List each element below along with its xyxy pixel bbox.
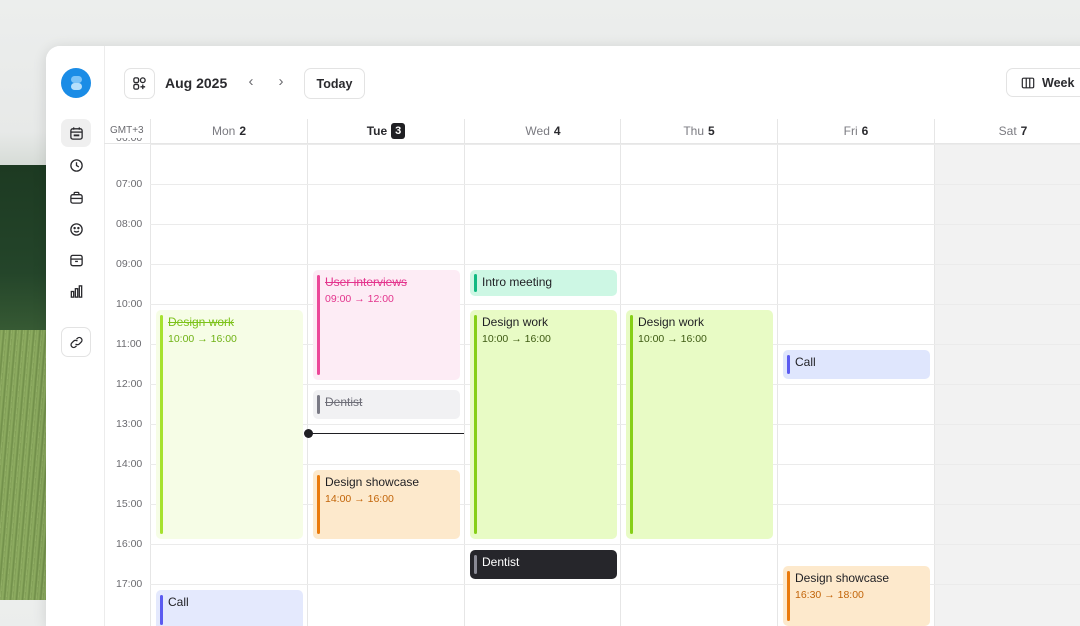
apps-icon	[133, 77, 146, 90]
chevron-right-icon[interactable]: ›	[274, 73, 288, 90]
day-header-wed[interactable]: Wed 4	[464, 119, 621, 143]
event-title: Intro meeting	[482, 275, 553, 289]
hour-line	[150, 544, 1080, 545]
bar-chart-icon[interactable]	[61, 277, 91, 305]
week-view-label: Week	[1042, 75, 1075, 90]
event-dentist[interactable]: Dentist	[470, 550, 617, 579]
event-design-work[interactable]: Design work 10:00 → 16:00	[626, 310, 773, 539]
current-time-line	[308, 433, 464, 434]
event-title: Call	[168, 595, 189, 609]
time-label: 12:00	[116, 378, 143, 390]
briefcase-icon[interactable]	[61, 183, 91, 211]
event-title: Dentist	[482, 555, 520, 569]
event-time: 14:00 → 16:00	[325, 493, 394, 505]
time-label: 08:00	[116, 218, 143, 230]
day-header-thu[interactable]: Thu 5	[620, 119, 777, 143]
event-title: User interviews	[325, 275, 408, 289]
event-title: Design work	[482, 315, 549, 329]
event-user-interviews[interactable]: User interviews 09:00 → 12:00	[313, 270, 460, 380]
hour-line	[150, 144, 1080, 145]
day-column-fri[interactable]	[777, 144, 934, 626]
calendar-window: Aug 2025 ‹ › Today Week GMT+3 Mon 2 Tue 3 …	[46, 46, 1080, 626]
event-intro-meeting[interactable]: Intro meeting	[470, 270, 617, 296]
link-icon[interactable]	[61, 327, 91, 357]
time-label: 09:00	[116, 258, 143, 270]
event-color-bar	[474, 555, 477, 574]
today-badge: 3	[391, 123, 406, 139]
time-label: 14:00	[116, 458, 143, 470]
event-color-bar	[160, 315, 163, 534]
chevron-left-icon[interactable]: ‹	[244, 73, 258, 90]
hour-line	[150, 304, 1080, 305]
day-header-sat[interactable]: Sat 7	[934, 119, 1080, 143]
timezone-label: GMT+3	[110, 125, 144, 136]
archive-icon[interactable]	[61, 246, 91, 274]
time-label: 10:00	[116, 298, 143, 310]
event-time: 10:00 → 16:00	[638, 333, 707, 345]
event-color-bar	[317, 395, 320, 414]
time-label: 13:00	[116, 418, 143, 430]
apps-button[interactable]	[124, 68, 155, 99]
sidebar	[46, 46, 105, 626]
hour-line	[150, 264, 1080, 265]
hour-line	[150, 184, 1080, 185]
event-title: Call	[795, 355, 816, 369]
day-header-mon[interactable]: Mon 2	[150, 119, 307, 143]
event-title: Design showcase	[325, 475, 420, 489]
event-design-work[interactable]: Design work 10:00 → 16:00	[470, 310, 617, 539]
time-label: 16:00	[116, 538, 143, 550]
day-column-sat[interactable]	[934, 144, 1080, 626]
time-label: 07:00	[116, 178, 143, 190]
calendar-icon[interactable]	[61, 119, 91, 147]
event-color-bar	[787, 571, 790, 621]
current-time-dot	[304, 429, 313, 438]
week-view-button[interactable]: Week	[1006, 68, 1080, 97]
background-trees	[0, 165, 46, 345]
event-design-showcase[interactable]: Design showcase 16:30 → 18:00	[783, 566, 930, 626]
event-color-bar	[317, 475, 320, 534]
event-dentist[interactable]: Dentist	[313, 390, 460, 419]
time-label: 06:00	[116, 138, 143, 144]
today-button[interactable]: Today	[304, 68, 365, 99]
event-time: 10:00 → 16:00	[168, 333, 237, 345]
event-color-bar	[474, 315, 477, 534]
day-header-tue[interactable]: Tue 3	[307, 119, 464, 143]
event-color-bar	[474, 274, 477, 292]
event-time: 09:00 → 12:00	[325, 293, 394, 305]
time-label: 15:00	[116, 498, 143, 510]
event-design-showcase[interactable]: Design showcase 14:00 → 16:00	[313, 470, 460, 539]
time-label: 11:00	[116, 338, 142, 350]
day-header-fri[interactable]: Fri 6	[777, 119, 934, 143]
event-title: Dentist	[325, 395, 363, 409]
event-time: 10:00 → 16:00	[482, 333, 551, 345]
time-label: 17:00	[116, 578, 143, 590]
month-label: Aug 2025	[165, 75, 228, 91]
event-color-bar	[317, 275, 320, 375]
event-title: Design work	[638, 315, 705, 329]
event-design-work[interactable]: Design work 10:00 → 16:00	[156, 310, 303, 539]
event-call[interactable]: Call	[156, 590, 303, 626]
columns-icon	[1021, 77, 1035, 88]
event-title: Design showcase	[795, 571, 890, 585]
event-color-bar	[630, 315, 633, 534]
clock-icon[interactable]	[61, 151, 91, 179]
app-logo[interactable]	[61, 68, 91, 98]
hour-line	[150, 584, 1080, 585]
background-grass	[0, 330, 46, 600]
smile-icon[interactable]	[61, 215, 91, 243]
event-call[interactable]: Call	[783, 350, 930, 379]
event-title: Design work	[168, 315, 235, 329]
day-column-tue[interactable]	[307, 144, 464, 626]
event-color-bar	[787, 355, 790, 374]
hour-line	[150, 224, 1080, 225]
